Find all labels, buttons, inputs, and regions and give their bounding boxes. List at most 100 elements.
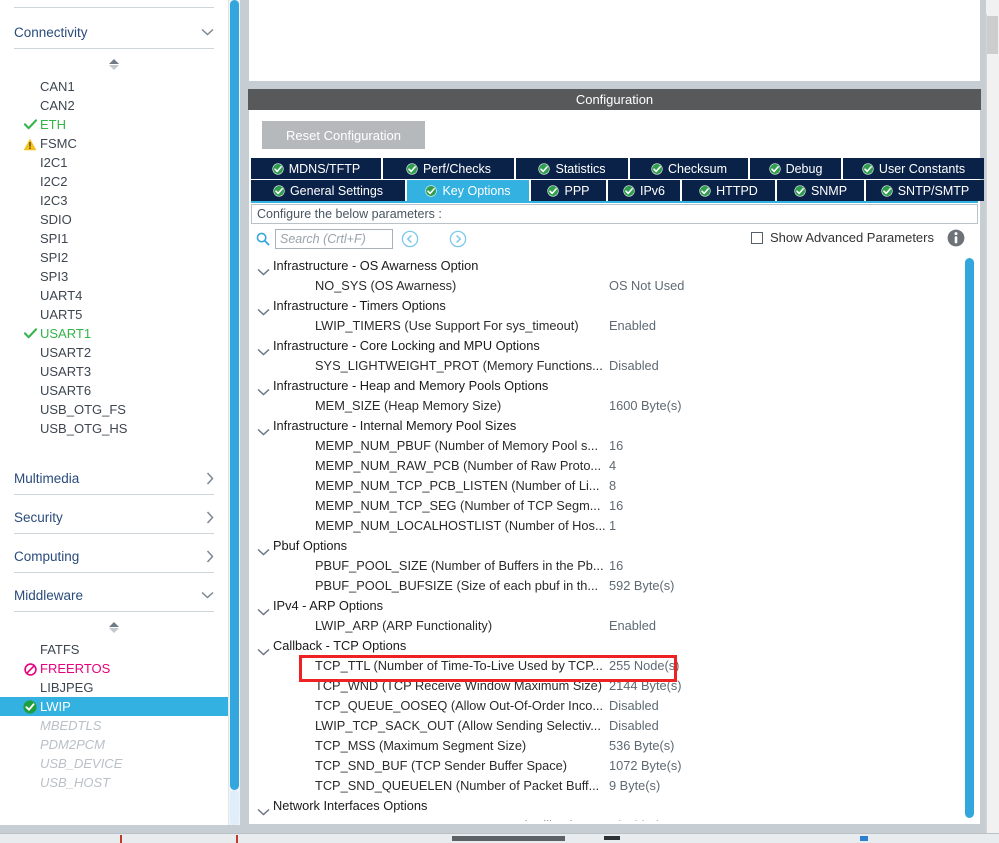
parameter-value[interactable]: Enabled — [609, 316, 656, 336]
parameter-value[interactable]: 536 Byte(s) — [609, 736, 674, 756]
sidebar-list-spinner[interactable] — [107, 56, 121, 72]
sidebar-item-spi1[interactable]: SPI1 — [0, 229, 228, 248]
sidebar-section-connectivity[interactable]: Connectivity — [14, 16, 214, 49]
parameter-row[interactable]: TCP_SND_BUF (TCP Sender Buffer Space) 107… — [251, 756, 978, 776]
tab-key-options[interactable]: Key Options — [407, 180, 529, 201]
tab-user-constants[interactable]: User Constants — [843, 158, 984, 179]
sidebar-item-i2c1[interactable]: I2C1 — [0, 153, 228, 172]
parameter-list-scrollbar-thumb[interactable] — [965, 258, 974, 818]
parameter-row[interactable]: TCP_WND (TCP Receive Window Maximum Size… — [251, 676, 978, 696]
parameter-group-header[interactable]: IPv4 - ARP Options — [251, 596, 978, 616]
parameter-group-header[interactable]: Callback - TCP Options — [251, 636, 978, 656]
parameter-value[interactable]: 1 — [609, 516, 616, 536]
sidebar-item-usb_host[interactable]: USB_HOST — [0, 773, 228, 792]
window-scrollbar-track[interactable] — [986, 0, 999, 843]
parameter-group-header[interactable]: Pbuf Options — [251, 536, 978, 556]
reset-configuration-button[interactable]: Reset Configuration — [262, 121, 425, 149]
parameter-group-header[interactable]: Infrastructure - Heap and Memory Pools O… — [251, 376, 978, 396]
parameter-row[interactable]: MEMP_NUM_PBUF (Number of Memory Pool s..… — [251, 436, 978, 456]
sidebar-item-usart6[interactable]: USART6 — [0, 381, 228, 400]
parameter-group-header[interactable]: Infrastructure - OS Awarness Option — [251, 256, 978, 276]
sidebar-item-usb_device[interactable]: USB_DEVICE — [0, 754, 228, 773]
parameter-value[interactable]: 1072 Byte(s) — [609, 756, 682, 776]
parameter-value[interactable]: 255 Node(s) — [609, 656, 679, 676]
chevron-right-icon[interactable] — [206, 510, 214, 524]
sidebar-item-spi3[interactable]: SPI3 — [0, 267, 228, 286]
tab-general-settings[interactable]: General Settings — [251, 180, 405, 201]
search-input[interactable] — [275, 229, 393, 249]
parameter-value[interactable]: 1600 Byte(s) — [609, 396, 682, 416]
parameter-row[interactable]: LWIP_TIMERS (Use Support For sys_timeout… — [251, 316, 978, 336]
parameter-row[interactable]: LWIP_ARP (ARP Functionality) Enabled — [251, 616, 978, 636]
tab-sntp-smtp[interactable]: SNTP/SMTP — [866, 180, 984, 201]
chevron-down-icon[interactable] — [201, 28, 214, 36]
sidebar-item-eth[interactable]: ETH — [0, 115, 228, 134]
sidebar-item-can1[interactable]: CAN1 — [0, 77, 228, 96]
parameter-row[interactable]: LWIP_TCP_SACK_OUT (Allow Sending Selecti… — [251, 716, 978, 736]
sidebar-item-libjpeg[interactable]: LIBJPEG — [0, 678, 228, 697]
parameter-group-header[interactable]: Infrastructure - Internal Memory Pool Si… — [251, 416, 978, 436]
tab-httpd[interactable]: HTTPD — [682, 180, 775, 201]
sidebar-item-usart1[interactable]: USART1 — [0, 324, 228, 343]
window-scrollbar-thumb[interactable] — [987, 16, 998, 54]
sidebar-item-pdm2pcm[interactable]: PDM2PCM — [0, 735, 228, 754]
sidebar-item-i2c3[interactable]: I2C3 — [0, 191, 228, 210]
parameter-row[interactable]: MEMP_NUM_LOCALHOSTLIST (Number of Hos...… — [251, 516, 978, 536]
parameter-value[interactable]: 592 Byte(s) — [609, 576, 674, 596]
sidebar-item-uart4[interactable]: UART4 — [0, 286, 228, 305]
chevron-down-icon[interactable] — [201, 591, 214, 599]
chevron-right-icon[interactable] — [206, 549, 214, 563]
parameter-value[interactable]: Disabled — [609, 816, 659, 821]
sidebar-item-fatfs[interactable]: FATFS — [0, 640, 228, 659]
tab-snmp[interactable]: SNMP — [777, 180, 864, 201]
parameter-row[interactable]: MEM_SIZE (Heap Memory Size) 1600 Byte(s) — [251, 396, 978, 416]
parameter-row[interactable]: TCP_MSS (Maximum Segment Size) 536 Byte(s… — [251, 736, 978, 756]
sidebar-item-usb_otg_hs[interactable]: USB_OTG_HS — [0, 419, 228, 438]
info-icon[interactable] — [946, 228, 966, 251]
parameter-row[interactable]: SYS_LIGHTWEIGHT_PROT (Memory Functions..… — [251, 356, 978, 376]
show-advanced-parameters-checkbox[interactable] — [750, 231, 763, 244]
tab-statistics[interactable]: Statistics — [516, 158, 628, 179]
parameter-row[interactable]: PBUF_POOL_SIZE (Number of Buffers in the… — [251, 556, 978, 576]
parameter-row[interactable]: LWIP_NETIF_STATUS_CALLBACK (Callback For… — [251, 816, 978, 821]
parameter-row[interactable]: TCP_SND_QUEUELEN (Number of Packet Buff.… — [251, 776, 978, 796]
parameter-row[interactable]: MEMP_NUM_TCP_SEG (Number of TCP Segm... 1… — [251, 496, 978, 516]
parameter-row[interactable]: NO_SYS (OS Awarness) OS Not Used — [251, 276, 978, 296]
parameter-group-header[interactable]: Infrastructure - Core Locking and MPU Op… — [251, 336, 978, 356]
tab-ppp[interactable]: PPP — [531, 180, 606, 201]
tab-checksum[interactable]: Checksum — [630, 158, 748, 179]
tab-mdns-tftp[interactable]: MDNS/TFTP — [251, 158, 381, 179]
taskbar-tray-icons[interactable] — [604, 836, 620, 840]
sidebar-section-middleware[interactable]: Middleware — [14, 579, 214, 612]
parameter-row[interactable]: MEMP_NUM_RAW_PCB (Number of Raw Proto...… — [251, 456, 978, 476]
sidebar-item-fsmc[interactable]: FSMC — [0, 134, 228, 153]
tab-debug[interactable]: Debug — [750, 158, 841, 179]
sidebar-item-spi2[interactable]: SPI2 — [0, 248, 228, 267]
sidebar-item-freertos[interactable]: FREERTOS — [0, 659, 228, 678]
parameter-row[interactable]: PBUF_POOL_BUFSIZE (Size of each pbuf in … — [251, 576, 978, 596]
parameter-value[interactable]: 2144 Byte(s) — [609, 676, 682, 696]
parameter-value[interactable]: Disabled — [609, 696, 659, 716]
sidebar-item-usb_otg_fs[interactable]: USB_OTG_FS — [0, 400, 228, 419]
parameter-value[interactable]: 8 — [609, 476, 616, 496]
window-scrollbar-up-button[interactable] — [986, 0, 999, 14]
parameter-value[interactable]: 16 — [609, 556, 623, 576]
parameter-value[interactable]: Enabled — [609, 616, 656, 636]
parameter-value[interactable]: 9 Byte(s) — [609, 776, 660, 796]
parameter-group-header[interactable]: Network Interfaces Options — [251, 796, 978, 816]
parameter-value[interactable]: Disabled — [609, 356, 659, 376]
sidebar-item-lwip[interactable]: LWIP — [0, 697, 228, 716]
sidebar-item-mbedtls[interactable]: MBEDTLS — [0, 716, 228, 735]
sidebar-item-sdio[interactable]: SDIO — [0, 210, 228, 229]
sidebar-item-can2[interactable]: CAN2 — [0, 96, 228, 115]
sidebar-section-computing[interactable]: Computing — [14, 540, 214, 573]
chevron-right-icon[interactable] — [206, 471, 214, 485]
parameter-value[interactable]: 16 — [609, 436, 623, 456]
taskbar-window-button[interactable] — [452, 836, 565, 841]
sidebar-list-spinner[interactable] — [107, 619, 121, 635]
sidebar-section-security[interactable]: Security — [14, 501, 214, 534]
sidebar-section-multimedia[interactable]: Multimedia — [14, 462, 214, 495]
parameter-row[interactable]: TCP_QUEUE_OOSEQ (Allow Out-Of-Order Inco… — [251, 696, 978, 716]
parameter-row[interactable]: TCP_TTL (Number of Time-To-Live Used by … — [251, 656, 978, 676]
sidebar-item-uart5[interactable]: UART5 — [0, 305, 228, 324]
